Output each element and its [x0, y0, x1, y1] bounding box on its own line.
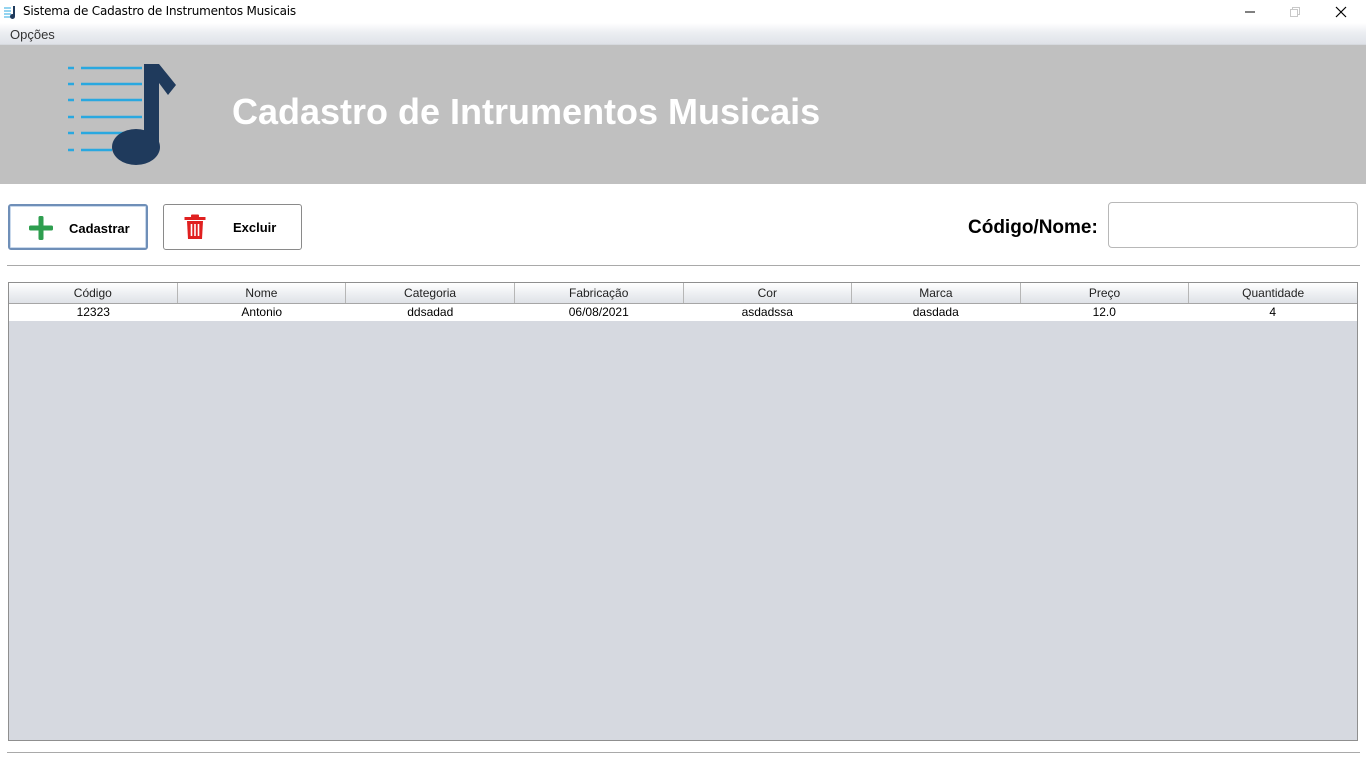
trash-icon	[184, 214, 206, 239]
window-title: Sistema de Cadastro de Instrumentos Musi…	[23, 4, 296, 18]
title-bar: Sistema de Cadastro de Instrumentos Musi…	[0, 0, 1366, 23]
cell-preco: 12.0	[1092, 305, 1116, 319]
column-header-codigo[interactable]: Código	[9, 283, 178, 303]
column-header-fabricacao[interactable]: Fabricação	[515, 283, 684, 303]
search-input[interactable]	[1108, 202, 1358, 248]
minimize-icon	[1245, 11, 1255, 12]
cell-fabricacao: 06/08/2021	[568, 305, 629, 319]
divider-bottom	[7, 752, 1360, 753]
cell-categoria: ddsadad	[407, 305, 454, 319]
excluir-button[interactable]: Excluir	[163, 204, 302, 250]
instruments-table[interactable]: Código Nome Categoria Fabricação Cor Mar…	[8, 282, 1358, 741]
column-header-cor[interactable]: Cor	[684, 283, 853, 303]
restore-icon	[1290, 6, 1300, 17]
menu-opcoes[interactable]: Opções	[10, 27, 55, 42]
table-body: 12323 Antonio ddsadad 06/08/2021 asdadss…	[9, 304, 1357, 321]
minimize-button[interactable]	[1227, 0, 1273, 23]
cadastrar-label: Cadastrar	[69, 221, 130, 236]
plus-icon	[29, 216, 53, 240]
close-button[interactable]	[1318, 0, 1364, 23]
excluir-label: Excluir	[233, 220, 277, 235]
page-title: Cadastro de Intrumentos Musicais	[232, 91, 821, 132]
column-header-marca[interactable]: Marca	[852, 283, 1021, 303]
cell-nome: Antonio	[241, 305, 283, 319]
cadastrar-button[interactable]: Cadastrar	[8, 204, 148, 250]
music-note-list-icon	[68, 64, 176, 165]
cell-quantidade: 4	[1269, 305, 1277, 319]
search-label: Código/Nome:	[968, 217, 1098, 238]
table-row[interactable]: 12323 Antonio ddsadad 06/08/2021 asdadss…	[9, 304, 1357, 321]
cell-marca: dasdada	[912, 305, 959, 319]
column-header-categoria[interactable]: Categoria	[346, 283, 515, 303]
menu-bar: Opções	[0, 23, 1366, 45]
column-header-nome[interactable]: Nome	[178, 283, 347, 303]
maximize-button[interactable]	[1272, 0, 1318, 23]
app-icon	[4, 6, 15, 19]
column-header-preco[interactable]: Preço	[1021, 283, 1190, 303]
divider-top	[7, 265, 1360, 266]
header-banner: Cadastro de Intrumentos Musicais	[0, 45, 1366, 184]
column-header-quantidade[interactable]: Quantidade	[1189, 283, 1357, 303]
cell-codigo: 12323	[76, 305, 110, 319]
close-icon	[1335, 6, 1347, 17]
cell-cor: asdadssa	[741, 305, 793, 319]
table-header: Código Nome Categoria Fabricação Cor Mar…	[9, 283, 1357, 304]
